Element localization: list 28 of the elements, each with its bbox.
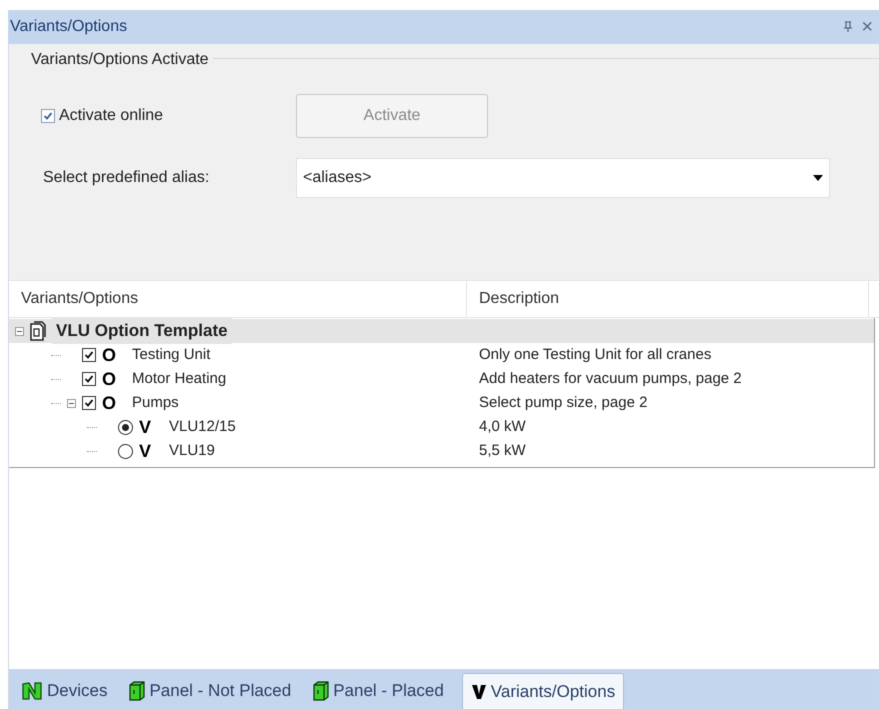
- description-text: 4,0 kW: [479, 416, 526, 437]
- tab[interactable]: Devices: [17, 673, 112, 709]
- tree-item-label[interactable]: Pumps: [132, 392, 179, 414]
- group-title: Variants/Options Activate: [15, 51, 213, 68]
- window-title: Variants/Options: [10, 17, 128, 37]
- type-letter: O: [102, 344, 118, 366]
- description-text: Only one Testing Unit for all cranes: [479, 344, 712, 365]
- tree-item-label[interactable]: Testing Unit: [132, 344, 210, 366]
- type-letter: V: [139, 416, 152, 438]
- description-text: Select pump size, page 2: [479, 392, 648, 413]
- type-letter: V: [139, 440, 152, 462]
- tree-item-label[interactable]: VLU19: [169, 440, 215, 462]
- column-header[interactable]: Description: [467, 281, 869, 317]
- tab[interactable]: Panel - Placed: [309, 673, 448, 709]
- alias-label: Select predefined alias:: [43, 168, 210, 188]
- description-text: 5,5 kW: [479, 440, 526, 461]
- tree-item-label[interactable]: VLU12/15: [169, 416, 236, 438]
- description-text: Add heaters for vacuum pumps, page 2: [479, 368, 742, 389]
- tab[interactable]: Panel - Not Placed: [125, 673, 296, 709]
- tab[interactable]: Variants/Options: [462, 673, 624, 709]
- tree-item-label[interactable]: VLU Option Template: [52, 318, 232, 344]
- alias-dropdown[interactable]: <aliases>: [296, 158, 830, 198]
- tree-item-label[interactable]: Motor Heating: [132, 368, 226, 390]
- column-header[interactable]: Variants/Options: [9, 281, 467, 317]
- type-letter: O: [102, 368, 118, 390]
- checkbox-label[interactable]: Activate online: [59, 104, 164, 128]
- type-letter: O: [102, 392, 118, 414]
- close-button[interactable]: ×: [857, 17, 877, 37]
